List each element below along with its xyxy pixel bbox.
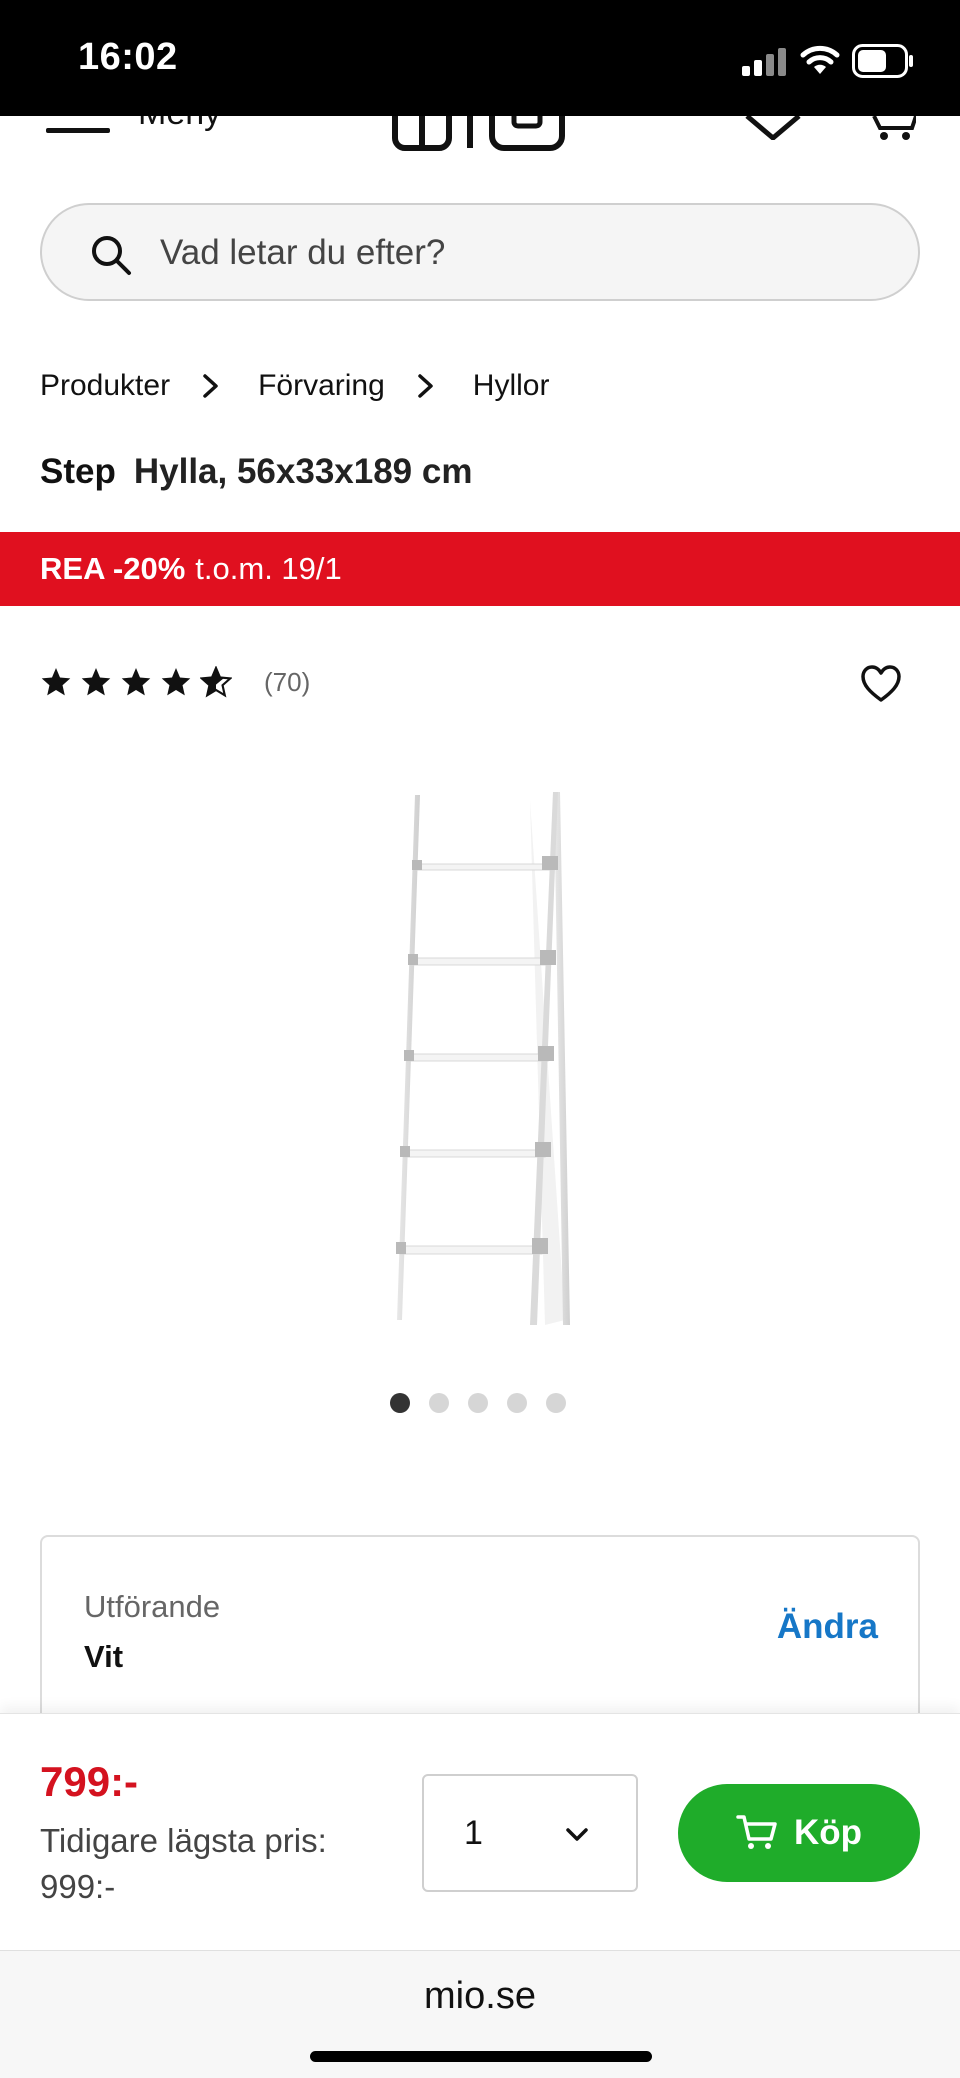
product-brand: Step (40, 452, 116, 491)
buy-button[interactable]: Köp (678, 1784, 920, 1882)
heart-icon[interactable] (744, 116, 802, 140)
product-title: Step Hylla, 56x33x189 cm (40, 452, 472, 492)
carousel-dot[interactable] (468, 1393, 488, 1413)
product-description: Hylla, 56x33x189 cm (133, 452, 473, 491)
product-rating[interactable]: (70) (40, 666, 310, 698)
variant-value: Vit (84, 1639, 124, 1674)
carousel-dot[interactable] (507, 1393, 527, 1413)
star-icon (161, 668, 191, 696)
quantity-select[interactable]: 1 (422, 1774, 638, 1892)
product-image[interactable] (370, 780, 590, 1340)
star-icon (81, 668, 111, 696)
search-input[interactable] (160, 225, 880, 281)
buy-bar: 799:- Tidigare lägsta pris: 999:- 1 Köp (0, 1713, 960, 1950)
status-bar: 16:02 (0, 0, 960, 116)
breadcrumb-produkter[interactable]: Produkter (40, 369, 170, 403)
promo-discount: REA -20% (40, 551, 186, 586)
signal-icon (742, 48, 786, 76)
promo-banner: REA -20% t.o.m. 19/1 (0, 532, 960, 606)
mio-logo[interactable] (392, 116, 568, 154)
previous-price: 999:- (40, 1868, 116, 1905)
site-header: Meny (0, 116, 960, 162)
carousel-dot[interactable] (546, 1393, 566, 1413)
buy-button-label: Köp (793, 1813, 863, 1852)
favorite-button[interactable] (860, 664, 902, 704)
previous-price-label: Tidigare lägsta pris: (40, 1822, 327, 1859)
menu-icon[interactable] (44, 116, 112, 156)
star-half-icon (200, 666, 232, 698)
chevron-right-icon (418, 374, 433, 398)
quantity-value: 1 (464, 1814, 483, 1852)
carousel-dot[interactable] (390, 1393, 410, 1413)
heart-icon (861, 665, 901, 702)
wifi-icon (800, 45, 840, 74)
current-price: 799:- (40, 1758, 139, 1805)
status-time: 16:02 (78, 36, 178, 78)
star-icon (121, 668, 151, 696)
variant-selector: Utförande Vit Ändra (40, 1535, 920, 1735)
image-carousel-dots (390, 1393, 585, 1413)
search-bar[interactable] (40, 203, 920, 301)
chevron-down-icon (566, 1828, 588, 1841)
variant-label: Utförande (84, 1589, 221, 1624)
search-icon (92, 236, 131, 275)
browser-url[interactable]: mio.se (0, 1975, 960, 2018)
home-indicator[interactable] (310, 2051, 652, 2062)
star-rating (40, 666, 240, 698)
breadcrumb-forvaring[interactable]: Förvaring (258, 369, 385, 403)
breadcrumb-hyllor[interactable]: Hyllor (473, 369, 550, 403)
promo-validity: t.o.m. 19/1 (195, 551, 342, 586)
carousel-dot[interactable] (429, 1393, 449, 1413)
star-icon (41, 668, 71, 696)
breadcrumb: Produkter Förvaring Hyllor (40, 364, 549, 408)
browser-bar: mio.se (0, 1950, 960, 2078)
menu-label[interactable]: Meny (138, 116, 221, 133)
chevron-right-icon (203, 374, 218, 398)
cart-icon[interactable] (872, 116, 916, 142)
cart-icon (736, 1815, 777, 1849)
review-count[interactable]: (70) (264, 667, 310, 698)
change-variant-button[interactable]: Ändra (777, 1607, 878, 1647)
battery-icon (852, 44, 913, 78)
